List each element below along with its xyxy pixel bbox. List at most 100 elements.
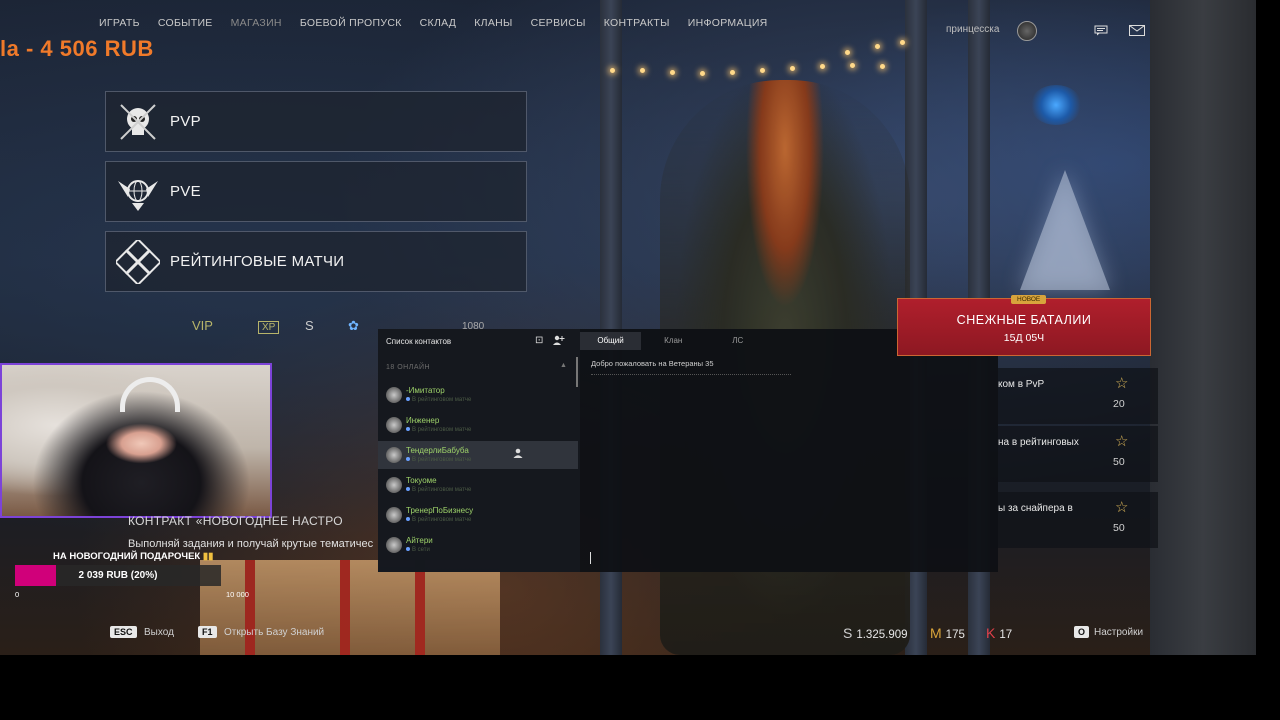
contact-name: Токуоме xyxy=(406,476,437,485)
mode-pvp-button[interactable]: PVP xyxy=(105,91,527,152)
contact-name: ТренерПоБизнесу xyxy=(406,506,474,515)
contact-item[interactable]: ТендерлиБабуба В рейтинговом матче xyxy=(378,441,578,469)
challenge-reward: 20 xyxy=(1113,398,1125,410)
challenge-item[interactable]: на в рейтинговых ☆ 50 xyxy=(998,426,1158,482)
chat-tabs: Общий Клан ЛС xyxy=(580,332,770,350)
f1-key[interactable]: F1 xyxy=(198,626,217,638)
string-lights xyxy=(610,63,910,76)
contact-status: В рейтинговом матче xyxy=(406,427,471,433)
challenge-text: ком в PvP xyxy=(998,379,1045,390)
donation-amount: 2 039 RUB (20%) xyxy=(78,570,158,581)
event-title: СНЕЖНЫЕ БАТАЛИИ xyxy=(956,313,1092,327)
gift-boxes xyxy=(200,560,500,655)
chat-input[interactable] xyxy=(590,552,599,564)
challenge-reward: 50 xyxy=(1113,456,1125,468)
rank-icon xyxy=(386,387,402,403)
tab-private[interactable]: ЛС xyxy=(706,332,771,350)
rank-icon xyxy=(386,537,402,553)
donation-min: 0 xyxy=(15,590,20,599)
contact-name: -Имитатор xyxy=(406,386,445,395)
vip-label: VIP xyxy=(192,318,213,333)
mode-label: PVE xyxy=(170,183,201,200)
divider xyxy=(591,374,791,375)
challenge-item[interactable]: ы за снайпера в ☆ 50 xyxy=(998,492,1158,548)
nav-play[interactable]: ИГРАТЬ xyxy=(90,17,149,33)
contacts-title: Список контактов xyxy=(386,337,452,346)
contact-status: В рейтинговом матче xyxy=(406,457,471,463)
contact-status: В рейтинговом матче xyxy=(406,397,471,403)
star-icon: ☆ xyxy=(1115,499,1129,516)
contact-name: Инженер xyxy=(406,416,440,425)
top-nav: ИГРАТЬ СОБЫТИЕ МАГАЗИН БОЕВОЙ ПРОПУСК СК… xyxy=(90,17,777,33)
challenge-reward: 50 xyxy=(1113,522,1125,534)
mode-pve-button[interactable]: PVE xyxy=(105,161,527,222)
new-badge: НОВОЕ xyxy=(1011,295,1047,304)
crossed-swords-icon xyxy=(106,232,170,291)
skull-icon xyxy=(106,92,170,151)
rank-icon xyxy=(386,477,402,493)
o-key[interactable]: O xyxy=(1074,626,1090,638)
nav-contracts[interactable]: КОНТРАКТЫ xyxy=(595,17,679,33)
collapse-icon[interactable]: ▲ xyxy=(560,362,567,369)
online-header: 18 ОНЛАЙН xyxy=(386,364,431,371)
nav-battle-pass[interactable]: БОЕВОЙ ПРОПУСК xyxy=(291,17,411,33)
event-card[interactable]: НОВОЕ СНЕЖНЫЕ БАТАЛИИ 15Д 05Ч xyxy=(897,295,1151,356)
nav-services[interactable]: СЕРВИСЫ xyxy=(522,17,595,33)
boost-icon: ✿ xyxy=(348,318,359,333)
contact-status: В рейтинговом матче xyxy=(406,517,471,523)
profile-icon[interactable] xyxy=(513,448,523,461)
christmas-tree xyxy=(1020,170,1110,290)
star-icon: ☆ xyxy=(1115,375,1129,392)
contact-item[interactable]: -Имитатор В рейтинговом матче xyxy=(378,381,578,409)
contact-item[interactable]: Токуоме В рейтинговом матче xyxy=(378,471,578,499)
nav-inventory[interactable]: СКЛАД xyxy=(411,17,466,33)
exit-label[interactable]: Выход xyxy=(144,627,174,638)
chat-message: Добро пожаловать на Ветераны 35 xyxy=(591,359,714,368)
string-lights xyxy=(845,40,905,55)
contacts-chat-panel: Список контактов ⊡ 18 ОНЛАЙН ▲ -Имитатор… xyxy=(378,329,998,572)
lock-icon[interactable]: ⊡ xyxy=(535,335,543,346)
streamer-webcam xyxy=(0,363,272,518)
donation-progress-bar: 2 039 RUB (20%) xyxy=(15,565,221,586)
chat-icon[interactable] xyxy=(1094,25,1108,36)
username[interactable]: принцесска xyxy=(946,24,999,35)
nav-event[interactable]: СОБЫТИЕ xyxy=(149,17,222,33)
star-icon: ☆ xyxy=(1115,433,1129,450)
challenge-text: ы за снайпера в xyxy=(998,503,1073,514)
challenge-item[interactable]: ком в PvP ☆ 20 xyxy=(998,368,1158,424)
currency-s: S 1.325.909 xyxy=(843,625,908,641)
globe-wings-icon xyxy=(106,162,170,221)
donation-goal-label: НА НОВОГОДНИЙ ПОДАРОЧЕК ▮▮ xyxy=(53,551,214,562)
donation-max: 10 000 xyxy=(226,590,249,599)
contact-status: В рейтинговом матче xyxy=(406,487,471,493)
contact-item[interactable]: ТренерПоБизнесу В рейтинговом матче xyxy=(378,501,578,529)
s-badge: S xyxy=(305,318,314,333)
mode-label: РЕЙТИНГОВЫЕ МАТЧИ xyxy=(170,253,345,270)
nav-clans[interactable]: КЛАНЫ xyxy=(465,17,521,33)
contact-item[interactable]: Инженер В рейтинговом матче xyxy=(378,411,578,439)
rank-badge-icon[interactable] xyxy=(1017,21,1037,41)
wings-logo xyxy=(1030,85,1082,125)
contact-item[interactable]: Айтери В сети xyxy=(378,531,578,559)
headphones xyxy=(120,377,180,412)
settings-label[interactable]: Настройки xyxy=(1094,627,1143,638)
mode-ranked-button[interactable]: РЕЙТИНГОВЫЕ МАТЧИ xyxy=(105,231,527,292)
nav-shop[interactable]: МАГАЗИН xyxy=(222,17,291,33)
mail-icon[interactable] xyxy=(1129,25,1145,36)
contact-name: Айтери xyxy=(406,536,433,545)
rank-icon xyxy=(386,417,402,433)
contract-title: КОНТРАКТ «НОВОГОДНЕЕ НАСТРО xyxy=(128,514,343,528)
add-contact-icon[interactable] xyxy=(553,335,565,348)
tab-general[interactable]: Общий xyxy=(580,332,642,350)
rank-icon xyxy=(386,507,402,523)
wall xyxy=(1150,0,1256,655)
nav-information[interactable]: ИНФОРМАЦИЯ xyxy=(679,17,777,33)
rank-icon xyxy=(386,447,402,463)
contact-name: ТендерлиБабуба xyxy=(406,446,469,455)
esc-key[interactable]: ESC xyxy=(110,626,137,638)
mode-label: PVP xyxy=(170,113,201,130)
xp-badge: XP xyxy=(258,321,280,334)
promo-banner: la - 4 506 RUB xyxy=(0,36,154,61)
tab-clan[interactable]: Клан xyxy=(641,332,706,350)
knowledge-base-label[interactable]: Открыть Базу Знаний xyxy=(224,627,324,638)
